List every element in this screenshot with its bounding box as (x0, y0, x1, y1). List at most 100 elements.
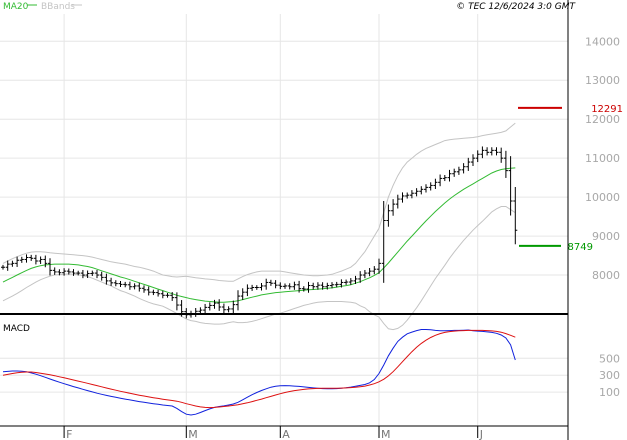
price-bar (207, 302, 212, 311)
price-bar (447, 169, 452, 182)
x-tick-label: F (66, 428, 72, 440)
price-bar (344, 279, 349, 285)
legend-ma20: MA20 (3, 2, 29, 12)
price-bar (475, 150, 480, 163)
price-bar (52, 267, 57, 275)
price-bar (508, 156, 513, 216)
x-tick-label: J (479, 428, 483, 440)
price-bar (10, 260, 15, 267)
price-bar (160, 290, 165, 299)
price-bar (250, 284, 255, 291)
price-bar (123, 281, 128, 288)
price-bar (146, 286, 151, 296)
price-bar (471, 154, 475, 166)
price-bar (424, 184, 428, 193)
price-bar (151, 289, 156, 296)
price-bar (193, 308, 198, 317)
price-bar (231, 300, 236, 313)
price-bar (273, 280, 278, 289)
price-bar (283, 283, 287, 289)
price-bar (419, 186, 424, 195)
price-bar (372, 266, 377, 275)
price-bar (428, 182, 433, 191)
grid-layer (0, 14, 568, 426)
main-y-tick-label: 10000 (585, 191, 620, 204)
price-bar (306, 281, 311, 293)
price-bar (405, 192, 410, 199)
price-bar (386, 204, 391, 227)
price-bar (259, 282, 264, 291)
price-bar (221, 303, 226, 314)
price-bar (499, 147, 504, 163)
price-bar (24, 254, 29, 263)
price-bar (362, 269, 367, 279)
ma20-line (2, 167, 516, 303)
macd-y-tick-label: 100 (599, 386, 620, 399)
y-tick-labels: 8000 9000 10000 11000 12000 13000 14000 100 300 5… (585, 35, 620, 399)
price-bar (485, 147, 490, 156)
price-bar (113, 280, 118, 287)
panel-frames (0, 0, 569, 440)
price-bar (240, 288, 245, 300)
price-bar (15, 256, 20, 267)
price-bar (95, 269, 99, 279)
price-bar (48, 258, 52, 276)
x-tick-label: A (282, 428, 290, 440)
macd-panel-title: MACD (3, 324, 30, 334)
price-bar (503, 150, 508, 178)
price-bar (217, 299, 222, 311)
price-bar (452, 168, 457, 177)
price-bar (109, 277, 114, 286)
price-bar (254, 285, 259, 290)
macd-line (2, 329, 516, 416)
price-bar (226, 306, 231, 313)
price-bar (391, 199, 396, 216)
copyright-label: © TEC 12/6/2024 3:0 GMT (456, 2, 576, 12)
price-bar (127, 281, 132, 290)
price-bar (165, 292, 170, 298)
price-bar (33, 254, 38, 265)
price-bar (80, 269, 85, 279)
macd-lines (2, 329, 516, 416)
price-bar (156, 289, 161, 297)
price-bar (414, 188, 419, 197)
price-bar (264, 278, 269, 290)
price-bar (278, 282, 283, 290)
price-bar (1, 264, 5, 270)
price-bar (438, 174, 443, 187)
price-bar (381, 201, 386, 283)
main-y-tick-label: 14000 (585, 35, 620, 48)
macd-y-tick-label: 500 (599, 352, 620, 365)
price-bar (311, 282, 316, 290)
price-bar (212, 299, 217, 309)
bbands-upper-line (2, 122, 516, 282)
price-bar (442, 174, 447, 182)
price-bar (245, 284, 250, 297)
main-y-tick-label: 9000 (592, 230, 620, 243)
price-bar (480, 146, 485, 159)
price-bar (19, 256, 24, 263)
price-bar (466, 157, 471, 171)
price-bar (456, 166, 461, 175)
price-bar (494, 147, 499, 156)
support-level-label: 8749 (568, 242, 593, 253)
price-bar (461, 163, 466, 174)
price-bar (142, 285, 146, 293)
price-bar (118, 280, 123, 288)
price-bar (132, 283, 137, 290)
price-bar (433, 178, 438, 190)
bbands-lower-line (2, 206, 516, 331)
price-bar (29, 254, 34, 261)
x-tick-label: M (188, 428, 198, 440)
main-y-tick-label: 8000 (592, 269, 620, 282)
main-y-tick-label: 11000 (585, 152, 620, 165)
price-bar (268, 279, 273, 286)
price-bar (203, 303, 208, 314)
price-bars (1, 146, 518, 319)
price-bar (489, 147, 494, 156)
main-y-tick-label: 13000 (585, 74, 620, 87)
bollinger-bands (2, 122, 516, 331)
price-bar (287, 283, 292, 290)
price-bar (38, 256, 43, 264)
price-bar (99, 271, 104, 281)
